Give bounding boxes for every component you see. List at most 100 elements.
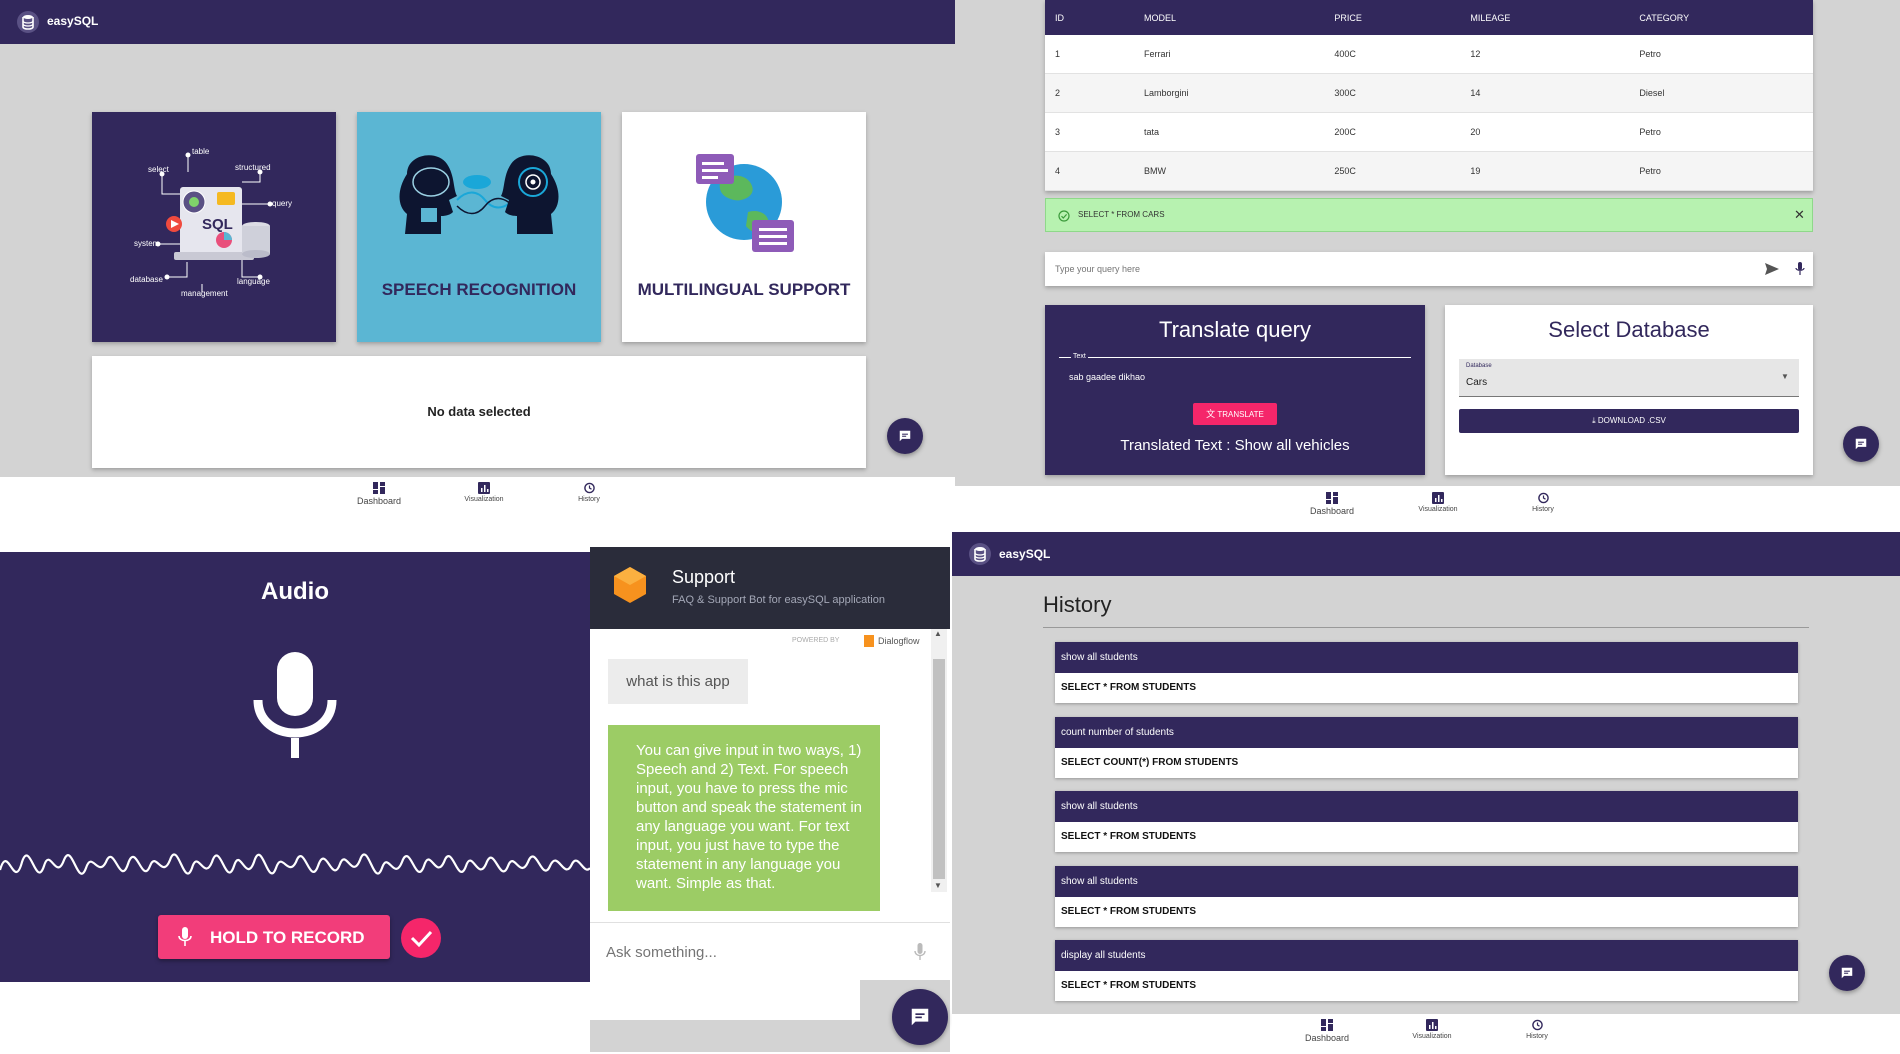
database-select-value: Cars [1466, 377, 1488, 388]
history-title: History [1043, 592, 1112, 617]
query-input[interactable] [1045, 252, 1745, 286]
chat-fab[interactable] [1843, 426, 1879, 462]
app-title: easySQL [47, 14, 99, 28]
app-bar: easySQL [0, 0, 955, 44]
svg-text:system: system [134, 239, 160, 248]
history-item[interactable]: count number of students SELECT COUNT(*) … [1055, 716, 1798, 778]
mic-icon[interactable] [1795, 262, 1805, 276]
history-item[interactable]: show all students SELECT * FROM STUDENTS [1055, 642, 1798, 703]
chat-icon [899, 430, 911, 442]
nav-history[interactable]: History [1514, 492, 1572, 513]
chat-fab[interactable] [887, 418, 923, 454]
chat-icon [911, 1008, 929, 1026]
table-cell: BMW [1134, 151, 1325, 191]
table-cell: 19 [1460, 151, 1630, 191]
table-cell: 14 [1460, 73, 1630, 113]
translated-text: Translated Text : Show all vehicles [1120, 437, 1350, 454]
cars-table: ID MODEL PRICE MILEAGE CATEGORY 1 Ferrari 400C… [1045, 0, 1813, 191]
chat-scrollbar[interactable]: ▲ ▼ [931, 629, 947, 892]
send-icon[interactable] [1765, 263, 1779, 275]
history-sql-text: SELECT * FROM STUDENTS [1061, 905, 1197, 917]
hold-to-record-button[interactable]: HOLD TO RECORD [158, 915, 390, 959]
nav-visualization-label: Visualization [1412, 1033, 1452, 1040]
microphone-icon [253, 652, 337, 758]
multilingual-support-card[interactable]: MULTILINGUAL SUPPORT [622, 112, 866, 342]
chat-input[interactable] [590, 923, 910, 981]
history-sql-text: SELECT * FROM STUDENTS [1061, 831, 1197, 842]
table-cell: Petro [1629, 35, 1813, 74]
dashboard-icon [373, 482, 385, 494]
nav-history-label: History [1532, 506, 1554, 513]
nav-dashboard-label: Dashboard [356, 496, 402, 506]
translate-button-label: TRANSLATE [1217, 410, 1264, 419]
nav-history[interactable]: History [1508, 1019, 1566, 1040]
nav-dashboard[interactable]: Dashboard [350, 482, 408, 506]
speech-recognition-card[interactable]: SPEECH RECOGNITION [357, 112, 601, 342]
table-cell: 250C [1324, 151, 1461, 191]
mic-icon[interactable] [914, 943, 926, 961]
sql-illustration: SQL table select structured query system… [130, 147, 292, 298]
chat-icon [1855, 438, 1867, 450]
app-title: easySQL [999, 547, 1051, 561]
nav-history[interactable]: History [560, 482, 618, 503]
table-row: 3 tata 200C 20 Petro [1045, 112, 1813, 152]
table-cell: Diesel [1629, 73, 1813, 113]
dashboard-icon [1321, 1019, 1333, 1031]
translate-button[interactable]: 文 TRANSLATE [1193, 403, 1277, 425]
database-logo-icon [969, 543, 991, 565]
multilingual-support-label: MULTILINGUAL SUPPORT [637, 280, 851, 299]
table-cell: Petro [1629, 112, 1813, 152]
table-cell: 1 [1045, 35, 1134, 74]
history-sql-text: SELECT COUNT(*) FROM STUDENTS [1061, 756, 1239, 768]
chat-footer-strip [590, 980, 860, 1020]
table-cell: Petro [1629, 151, 1813, 191]
nav-dashboard-label: Dashboard [1304, 1033, 1350, 1043]
translate-icon: 文 [1206, 409, 1216, 419]
sql-illustration-card[interactable]: SQL table select structured query system… [92, 112, 336, 342]
scroll-thumb[interactable] [933, 659, 945, 879]
table-row: 4 BMW 250C 19 Petro [1045, 151, 1813, 191]
nav-history-label: History [1526, 1033, 1548, 1040]
query-alert-text: SELECT * FROM CARS [1078, 210, 1165, 219]
close-icon[interactable]: ✕ [1794, 207, 1805, 223]
hold-to-record-label: HOLD TO RECORD [210, 928, 365, 947]
table-cell: 400C [1324, 35, 1461, 74]
table-cell: 4 [1045, 151, 1134, 191]
nav-visualization[interactable]: Visualization [455, 482, 513, 503]
history-divider [1043, 627, 1809, 628]
powered-by-text: POWERED BY [792, 637, 840, 644]
table-cell: 12 [1460, 35, 1630, 74]
table-header-cell: PRICE [1324, 0, 1461, 35]
chat-input-bar [590, 922, 950, 981]
mic-icon [178, 927, 192, 946]
nav-dashboard[interactable]: Dashboard [1298, 1019, 1356, 1043]
history-item[interactable]: show all students SELECT * FROM STUDENTS [1055, 865, 1798, 927]
nav-dashboard[interactable]: Dashboard [1303, 492, 1361, 516]
download-csv-button[interactable]: ⤓ DOWNLOAD .CSV [1459, 409, 1799, 433]
database-select[interactable]: Database Cars ▼ [1459, 359, 1799, 397]
confirm-check-button[interactable] [401, 918, 441, 958]
dashboard-panel: easySQL SQL table select structured quer… [0, 0, 955, 477]
database-select-label: Database [1466, 363, 1492, 369]
nav-visualization[interactable]: Visualization [1409, 492, 1467, 513]
translate-card: Translate query Text sab gaadee dikhao 文… [1045, 305, 1425, 475]
nav-visualization-label: Visualization [464, 496, 504, 503]
query-success-alert: SELECT * FROM CARS ✕ [1045, 198, 1813, 232]
translate-field-label: Text [1071, 353, 1088, 360]
table-cell: 200C [1324, 112, 1461, 152]
dialogflow-small-icon [864, 635, 874, 647]
table-row: 2 Lamborgini 300C 14 Diesel [1045, 73, 1813, 113]
chat-close-fab[interactable] [892, 989, 948, 1045]
chat-fab[interactable] [1829, 955, 1865, 991]
nav-visualization[interactable]: Visualization [1403, 1019, 1461, 1040]
user-message: what is this app [608, 659, 748, 704]
scroll-up-icon[interactable]: ▲ [934, 629, 942, 638]
history-item[interactable]: display all students SELECT * FROM STUDEN… [1055, 940, 1798, 1001]
translate-text-field[interactable]: Text sab gaadee dikhao [1059, 353, 1411, 391]
table-cell: 2 [1045, 73, 1134, 113]
history-query-text: show all students [1055, 865, 1798, 897]
history-item[interactable]: show all students SELECT * FROM STUDENTS [1055, 791, 1798, 852]
powered-brand: Dialogflow [878, 636, 920, 646]
scroll-down-icon[interactable]: ▼ [934, 881, 942, 890]
table-header-cell: MODEL [1134, 0, 1325, 35]
